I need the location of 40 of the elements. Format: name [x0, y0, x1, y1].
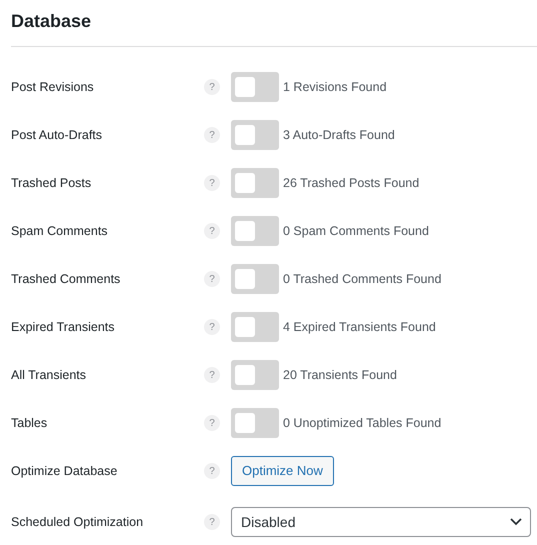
toggle-switch[interactable] [231, 168, 279, 198]
chevron-down-icon [510, 518, 522, 526]
toggle-switch[interactable] [231, 312, 279, 342]
toggle-switch[interactable] [231, 264, 279, 294]
toggle-switch[interactable] [231, 120, 279, 150]
help-icon[interactable]: ? [204, 463, 220, 479]
help-icon[interactable]: ? [204, 415, 220, 431]
found-count: 0 Unoptimized Tables Found [283, 414, 442, 432]
help-icon[interactable]: ? [204, 223, 220, 239]
help-icon[interactable]: ? [204, 319, 220, 335]
setting-label: Expired Transients [11, 318, 116, 336]
found-count: 0 Trashed Comments Found [283, 270, 442, 288]
found-count: 3 Auto-Drafts Found [283, 126, 395, 144]
setting-label: Trashed Comments [11, 270, 122, 288]
help-icon[interactable]: ? [204, 367, 220, 383]
found-count: 26 Trashed Posts Found [283, 174, 420, 192]
found-count: 20 Transients Found [283, 366, 397, 384]
section-title: Database [11, 10, 92, 33]
help-icon[interactable]: ? [204, 514, 220, 530]
schedule-select[interactable]: Disabled [231, 507, 531, 537]
found-count: 4 Expired Transients Found [283, 318, 436, 336]
toggle-switch[interactable] [231, 408, 279, 438]
help-icon[interactable]: ? [204, 175, 220, 191]
found-count: 0 Spam Comments Found [283, 222, 429, 240]
found-count: 1 Revisions Found [283, 78, 387, 96]
setting-label: Spam Comments [11, 222, 109, 240]
setting-label: Optimize Database [11, 462, 118, 480]
toggle-switch[interactable] [231, 360, 279, 390]
optimize-now-button[interactable]: Optimize Now [231, 456, 334, 486]
setting-label: All Transients [11, 366, 88, 384]
setting-label: Tables [11, 414, 48, 432]
setting-label: Post Revisions [11, 78, 95, 96]
setting-label: Scheduled Optimization [11, 514, 144, 531]
help-icon[interactable]: ? [204, 127, 220, 143]
setting-label: Post Auto-Drafts [11, 126, 104, 144]
help-icon[interactable]: ? [204, 271, 220, 287]
setting-label: Trashed Posts [11, 174, 92, 192]
toggle-switch[interactable] [231, 72, 279, 102]
toggle-switch[interactable] [231, 216, 279, 246]
help-icon[interactable]: ? [204, 79, 220, 95]
